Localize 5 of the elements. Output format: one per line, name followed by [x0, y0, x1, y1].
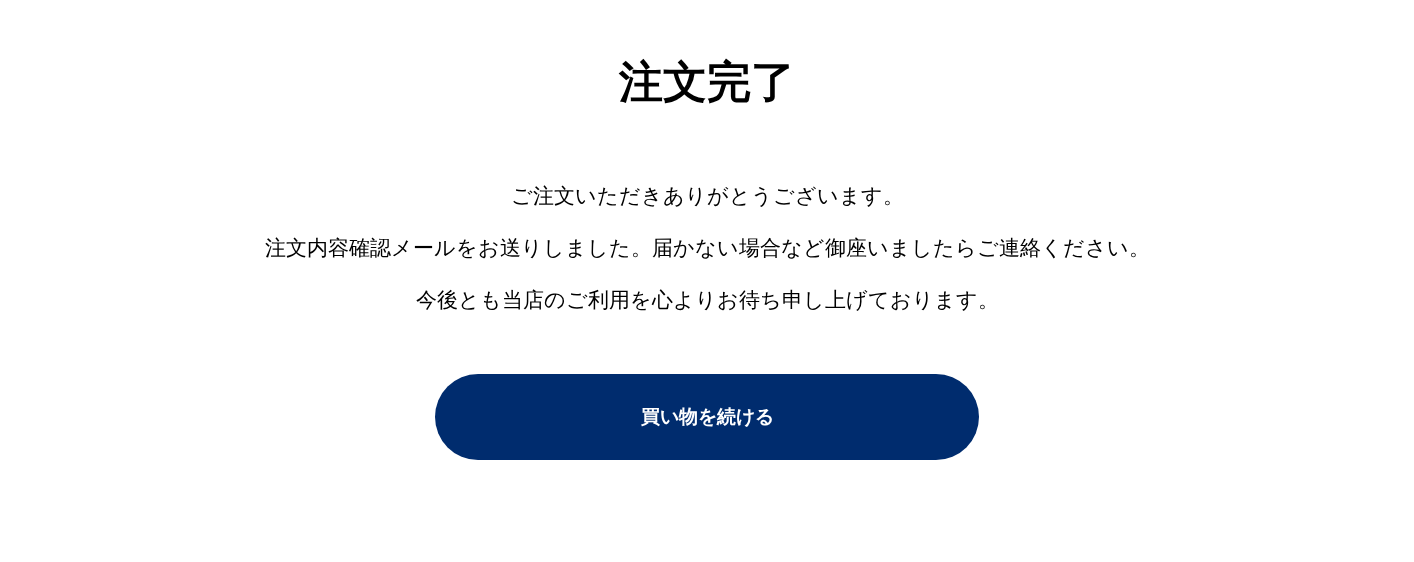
message-text: 注文内容確認メールをお送りしました。届かない場合など御座いましたらご連絡ください。 [264, 235, 1150, 262]
message-text: 今後とも当店のご利用を心よりお待ち申し上げております。 [415, 287, 999, 314]
continue-shopping-button[interactable]: 買い物を続ける [435, 374, 979, 460]
page-title: 注文完了 [619, 55, 795, 109]
message-text: ご注文いただきありがとうございます。 [510, 183, 904, 210]
